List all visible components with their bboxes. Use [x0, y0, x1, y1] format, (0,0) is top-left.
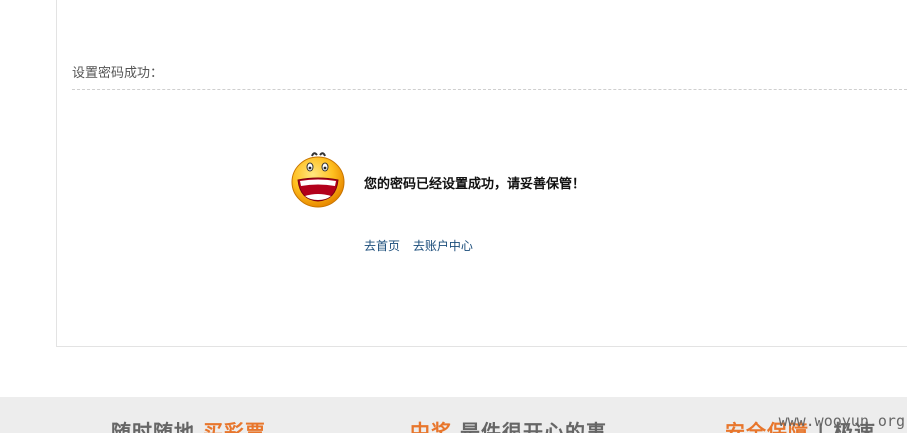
smiley-face-icon	[291, 152, 345, 208]
page-title: 设置密码成功：	[72, 66, 164, 81]
home-link[interactable]: 去首页	[364, 239, 400, 253]
success-message: 您的密码已经设置成功，请妥善保管！	[364, 177, 586, 192]
slogan-buy-lottery: 随时随地 买彩票	[111, 420, 266, 433]
dashed-divider	[72, 89, 907, 90]
result-links: 去首页 去账户中心	[364, 237, 482, 254]
slogan-win-prize: 中奖 是件很开心的事	[410, 420, 607, 433]
watermark-text: www.wooyun.org	[778, 412, 905, 430]
account-center-link[interactable]: 去账户中心	[413, 239, 473, 253]
footer-banner: 随时随地 买彩票 中奖 是件很开心的事 安全保障 | 极速	[0, 397, 907, 433]
